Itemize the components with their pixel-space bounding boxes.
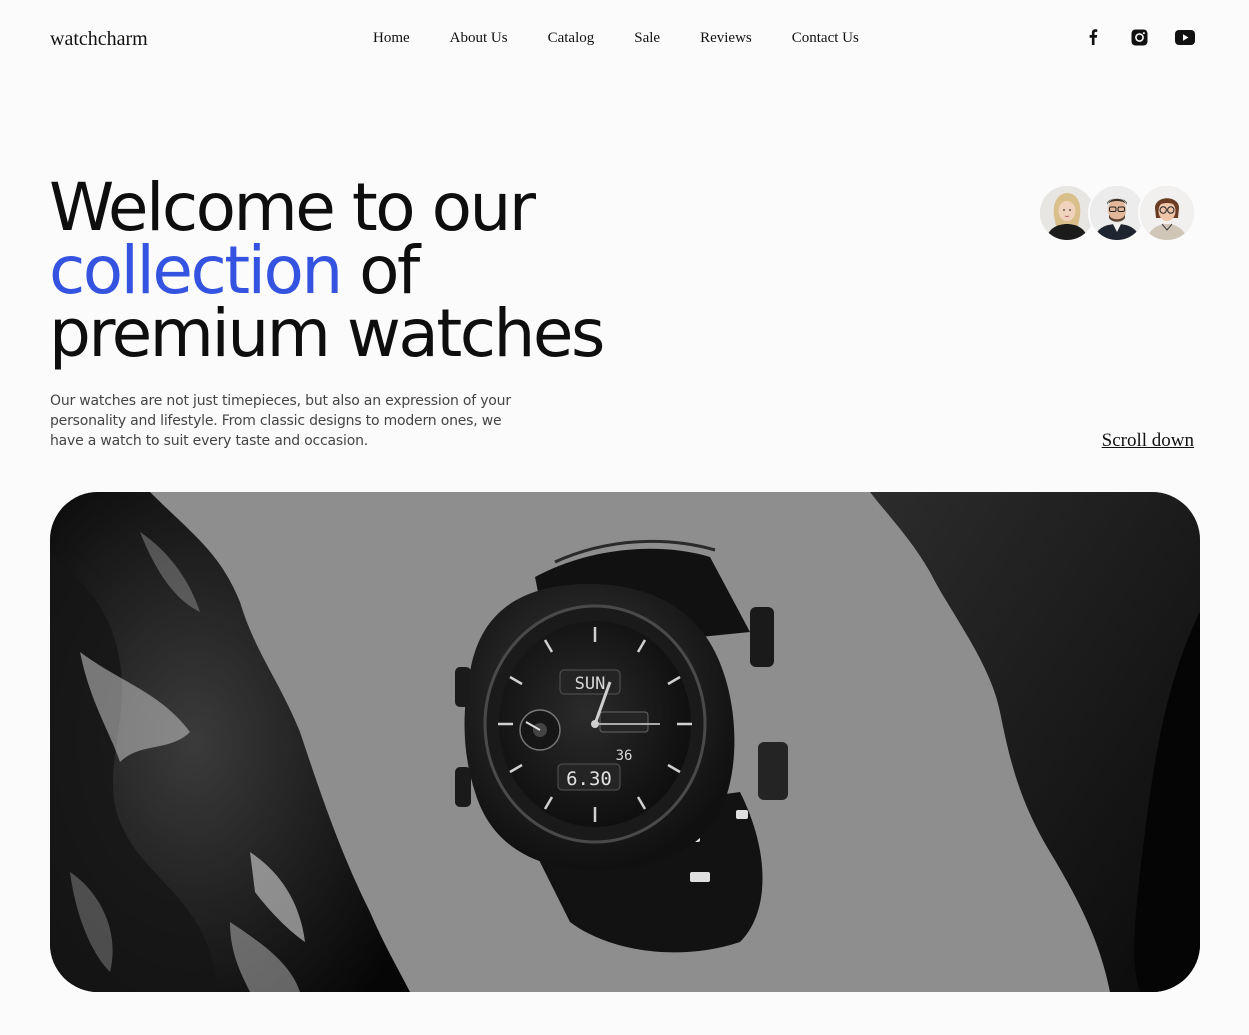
facebook-icon[interactable]: [1081, 26, 1105, 48]
social-links: [1081, 26, 1197, 48]
avatar-woman-glasses: [1138, 184, 1196, 242]
hero-title: Welcome to our collection of premium wat…: [49, 175, 689, 367]
instagram-icon[interactable]: [1127, 26, 1151, 48]
site-logo[interactable]: watchcharm: [50, 28, 148, 51]
watch-day-display: SUN: [575, 674, 606, 694]
nav-reviews[interactable]: Reviews: [700, 30, 752, 47]
hero-banner-image: SUN 36 6.30: [50, 492, 1200, 992]
watch-time-display: 6.30: [566, 768, 612, 790]
customer-avatars: [1038, 184, 1196, 242]
hero-title-line3: premium watches: [49, 295, 605, 372]
nav-contact-us[interactable]: Contact Us: [792, 30, 859, 47]
nav-sale[interactable]: Sale: [634, 30, 660, 47]
main-nav: Home About Us Catalog Sale Reviews Conta…: [373, 30, 859, 47]
nav-home[interactable]: Home: [373, 30, 410, 47]
nav-about-us[interactable]: About Us: [450, 30, 508, 47]
youtube-icon[interactable]: [1173, 26, 1197, 48]
hero-description: Our watches are not just timepieces, but…: [50, 393, 511, 449]
nav-catalog[interactable]: Catalog: [548, 30, 595, 47]
watch-seconds-display: 36: [616, 748, 633, 764]
scroll-down-link[interactable]: Scroll down: [1102, 430, 1194, 452]
